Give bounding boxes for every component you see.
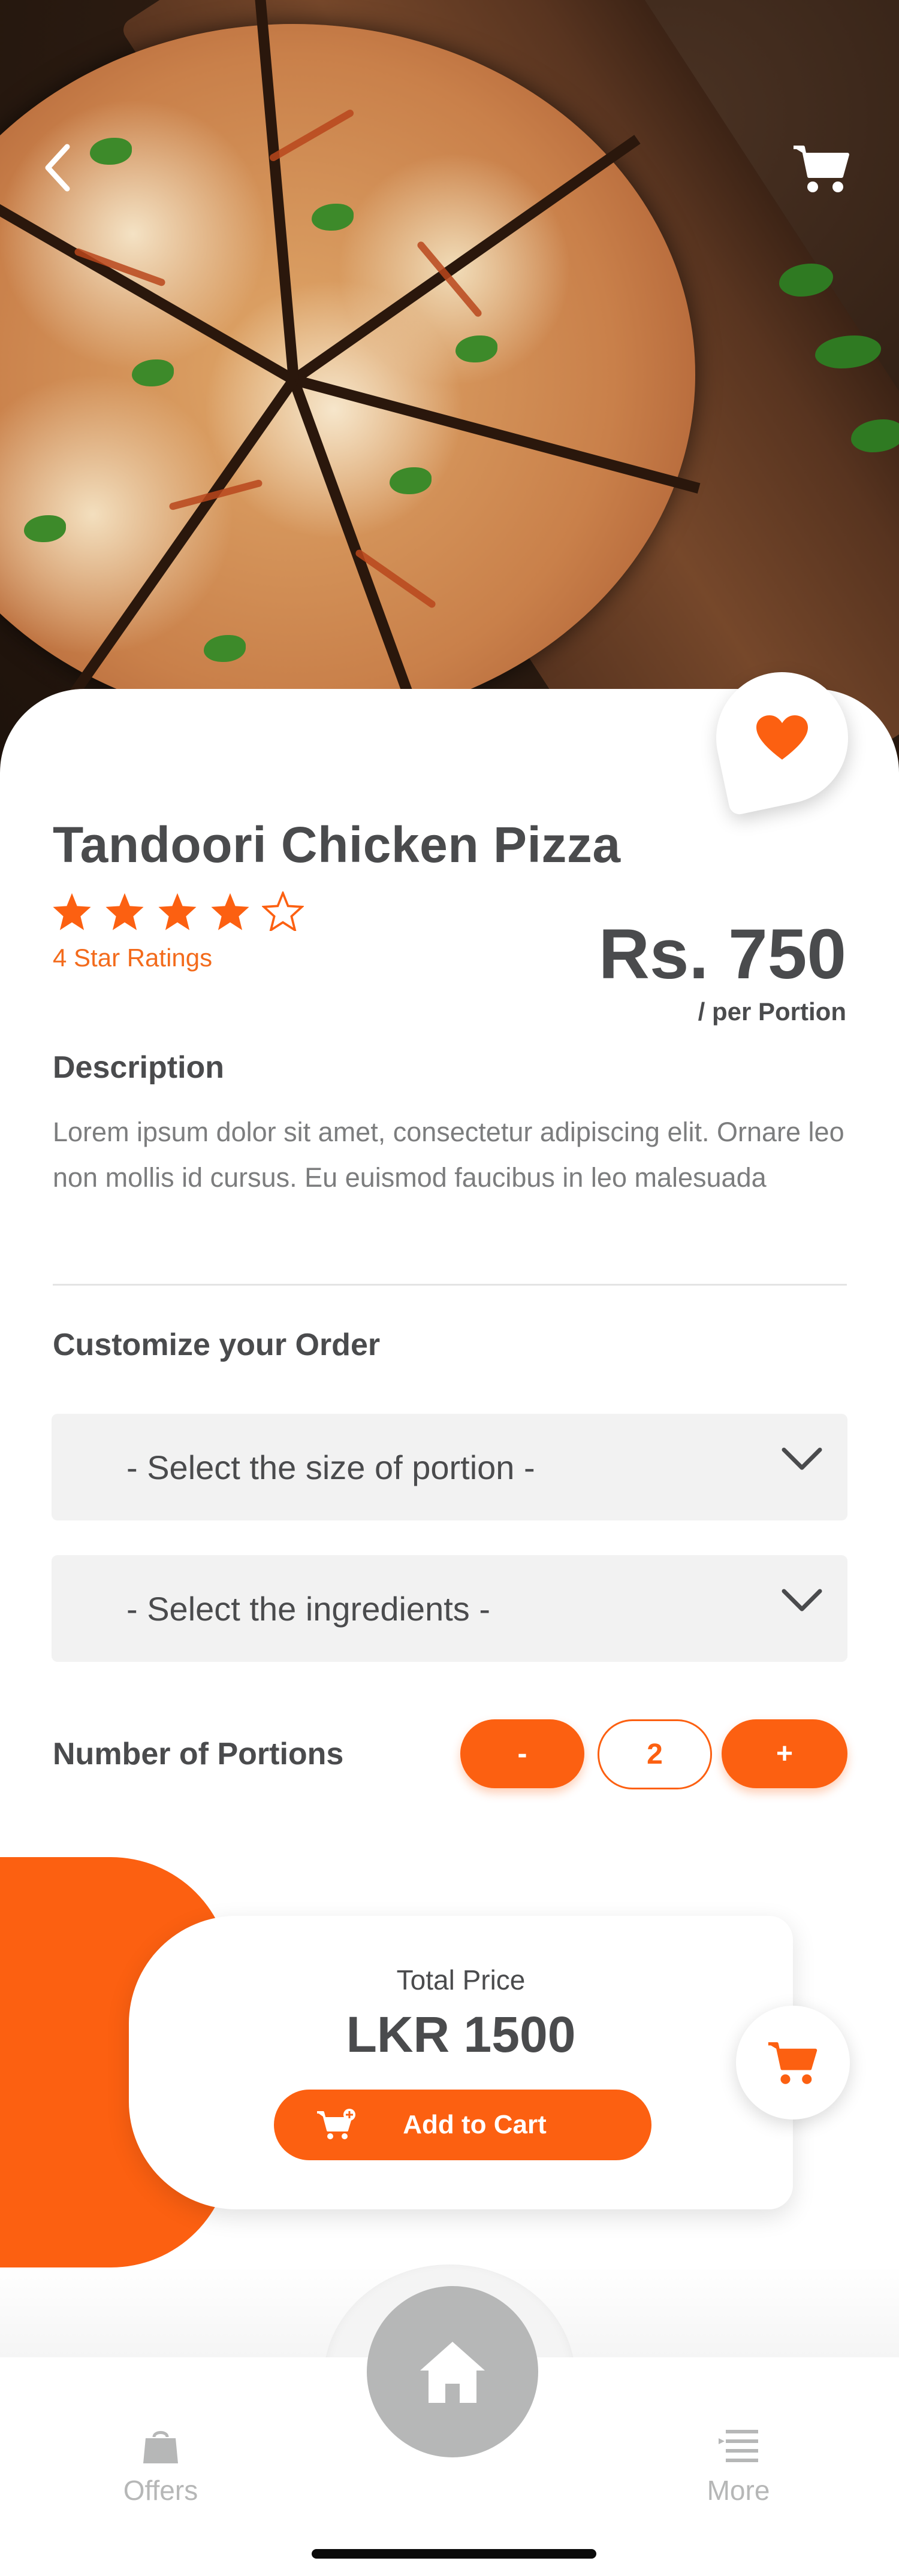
shopping-bag-icon xyxy=(143,2431,178,2463)
tab-more[interactable]: More xyxy=(666,2426,810,2507)
description-text: Lorem ipsum dolor sit amet, consectetur … xyxy=(53,1117,844,1193)
tab-offers[interactable]: Offers xyxy=(89,2426,233,2507)
price-unit: / per Portion xyxy=(698,997,846,1026)
shopping-cart-icon xyxy=(768,2042,817,2084)
divider xyxy=(53,1284,847,1286)
home-tab-button[interactable] xyxy=(367,2286,538,2457)
quantity-value: 2 xyxy=(598,1719,712,1789)
increase-quantity-button[interactable]: + xyxy=(722,1719,847,1788)
home-icon xyxy=(420,2342,485,2403)
star-filled-icon xyxy=(53,893,91,930)
add-to-cart-label: Add to Cart xyxy=(403,2110,547,2139)
portion-size-select-label: - Select the size of portion - xyxy=(126,1448,535,1486)
total-price-card: Total Price LKR 1500 Add to Cart xyxy=(129,1916,793,2209)
star-filled-icon xyxy=(211,893,249,930)
customize-heading: Customize your Order xyxy=(53,1328,381,1362)
rating-text: 4 Star Ratings xyxy=(53,944,213,972)
ingredients-select-label: - Select the ingredients - xyxy=(126,1589,490,1628)
star-outline-icon xyxy=(262,891,304,931)
product-price: Rs. 750 xyxy=(598,915,846,994)
star-rating xyxy=(51,891,304,931)
tab-offers-label: Offers xyxy=(123,2475,198,2506)
back-button[interactable] xyxy=(37,138,79,198)
home-indicator xyxy=(312,2549,596,2559)
chevron-down-icon xyxy=(782,1589,822,1611)
add-to-cart-button[interactable]: Add to Cart xyxy=(274,2090,651,2160)
floating-cart-button[interactable] xyxy=(736,2006,850,2120)
chevron-left-icon xyxy=(45,144,70,192)
shopping-cart-icon xyxy=(794,146,849,192)
portion-size-select[interactable]: - Select the size of portion - xyxy=(52,1414,847,1520)
cart-button[interactable] xyxy=(791,139,851,199)
chevron-down-icon xyxy=(782,1447,822,1470)
total-price-value: LKR 1500 xyxy=(346,2006,576,2063)
heart-icon xyxy=(756,715,808,760)
ingredients-select[interactable]: - Select the ingredients - xyxy=(52,1555,847,1662)
menu-list-icon xyxy=(719,2430,758,2462)
tab-more-label: More xyxy=(707,2475,770,2506)
total-price-label: Total Price xyxy=(396,1964,526,1996)
description-heading: Description xyxy=(53,1050,225,1085)
food-hero-image xyxy=(0,0,899,785)
portions-label: Number of Portions xyxy=(53,1737,344,1771)
product-title: Tandoori Chicken Pizza xyxy=(53,817,621,873)
decrease-quantity-button[interactable]: - xyxy=(460,1719,584,1788)
star-filled-icon xyxy=(158,893,197,930)
star-filled-icon xyxy=(105,893,144,930)
